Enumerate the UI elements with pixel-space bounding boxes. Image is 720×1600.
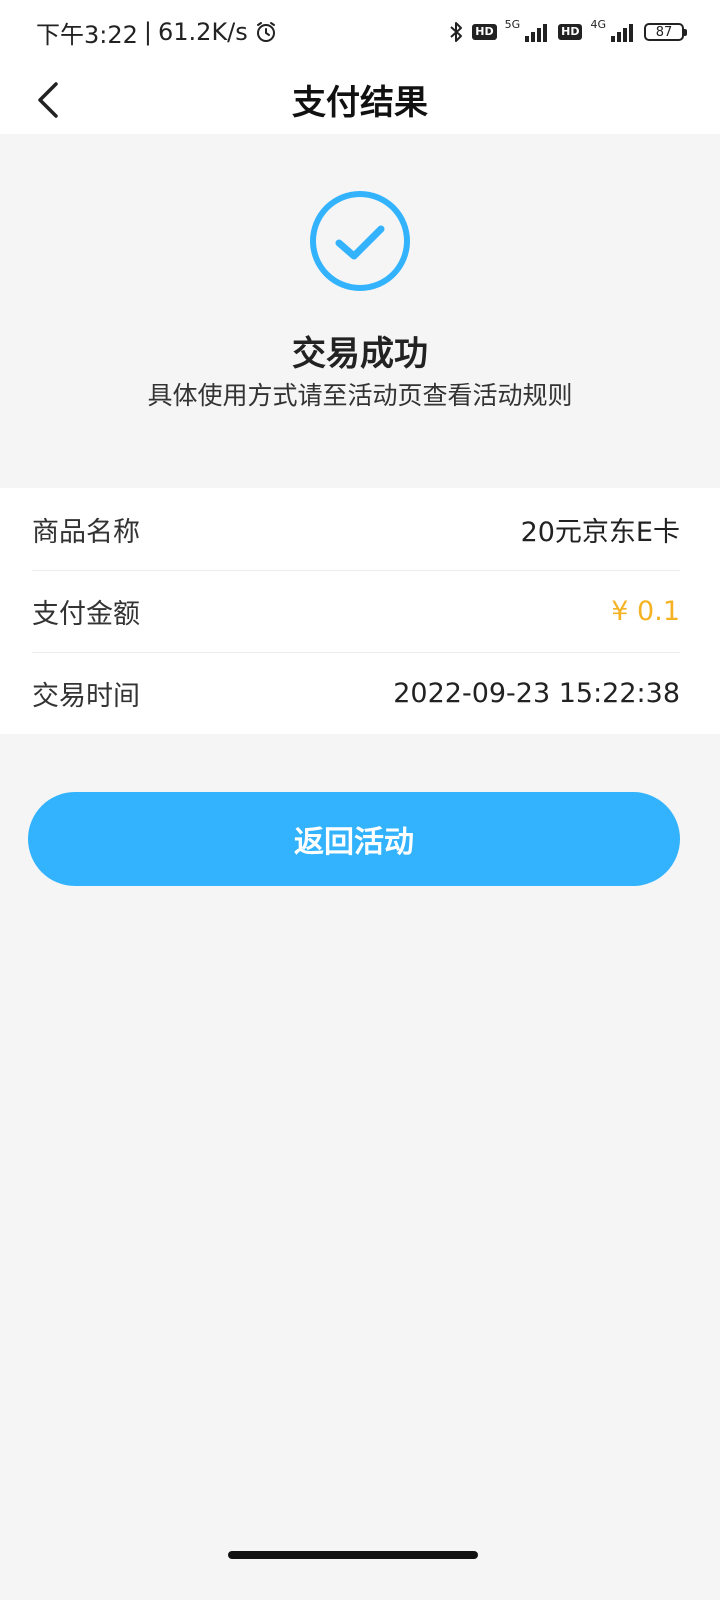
hd-badge-1: HD	[472, 24, 497, 40]
amount-label: 支付金额	[32, 598, 140, 630]
page-title: 支付结果	[292, 82, 428, 123]
alarm-icon	[254, 20, 278, 44]
bluetooth-icon	[448, 20, 464, 44]
transaction-time-label: 交易时间	[32, 680, 140, 712]
signal-icon-2	[610, 22, 636, 42]
status-left: 下午3:22 | 61.2K/s	[36, 15, 278, 50]
result-title: 交易成功	[292, 334, 428, 374]
result-subtitle: 具体使用方式请至活动页查看活动规则	[147, 381, 573, 410]
status-net-speed: 61.2K/s	[158, 18, 248, 46]
payment-details-card: 商品名称 20元京东E卡 支付金额 ¥ 0.1 交易时间 2022-09-23 …	[0, 488, 720, 734]
status-right: HD 5G HD 4G 87	[448, 17, 687, 44]
network-4g-label: 4G	[590, 17, 606, 31]
return-to-activity-button[interactable]: 返回活动	[28, 792, 680, 886]
home-indicator[interactable]	[228, 1551, 478, 1559]
status-time: 下午3:22	[36, 20, 138, 49]
detail-row-amount: 支付金额 ¥ 0.1	[32, 570, 680, 652]
battery-level: 87	[655, 24, 673, 40]
detail-row-time: 交易时间 2022-09-23 15:22:38	[32, 652, 680, 734]
amount-value: ¥ 0.1	[611, 595, 680, 627]
product-name-label: 商品名称	[32, 516, 140, 548]
status-bar: 下午3:22 | 61.2K/s HD 5G HD 4G 87	[0, 0, 720, 64]
network-5g-label: 5G	[504, 17, 521, 31]
result-section: 交易成功 具体使用方式请至活动页查看活动规则	[0, 134, 720, 488]
hd-badge-2: HD	[558, 24, 583, 40]
battery-icon: 87	[644, 23, 687, 41]
detail-row-product: 商品名称 20元京东E卡	[32, 488, 680, 570]
check-circle-icon	[310, 191, 410, 291]
status-separator: |	[143, 18, 152, 46]
nav-bar: 支付结果	[0, 64, 720, 134]
product-name-value: 20元京东E卡	[520, 516, 680, 548]
signal-icon-1	[524, 22, 550, 42]
transaction-time-value: 2022-09-23 15:22:38	[393, 677, 680, 709]
